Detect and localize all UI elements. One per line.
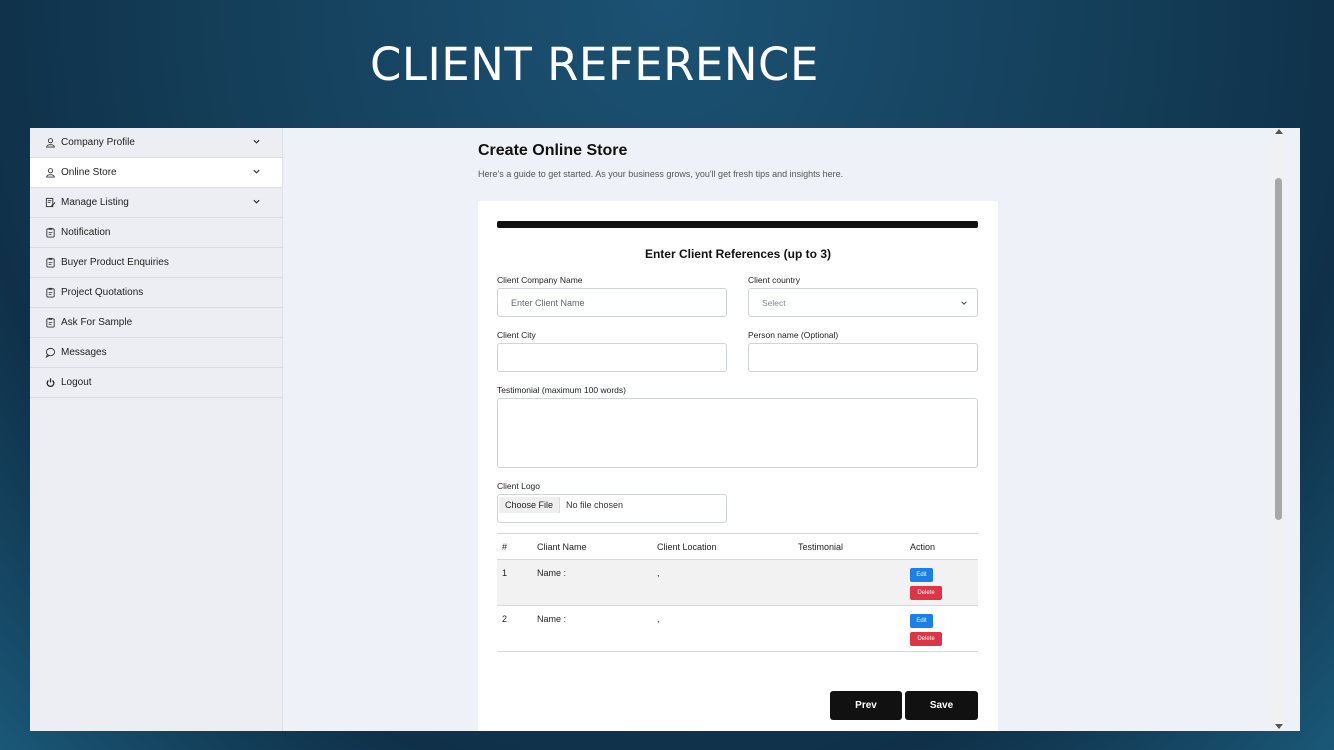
power-icon bbox=[44, 377, 56, 389]
client-references-table: # Cliant Name Client Location Testimonia… bbox=[497, 533, 978, 652]
column-header: Client Location bbox=[652, 533, 793, 560]
sidebar-item-label: Logout bbox=[61, 377, 92, 388]
vertical-scrollbar[interactable] bbox=[1272, 128, 1286, 731]
app-window: Company Profile Online Store Manage List… bbox=[30, 128, 1300, 731]
user-icon bbox=[44, 167, 56, 179]
testimonial-textarea[interactable] bbox=[497, 398, 978, 468]
edit-list-icon bbox=[44, 197, 56, 209]
delete-button[interactable]: Delete bbox=[910, 632, 942, 646]
sidebar-item-label: Buyer Product Enquiries bbox=[61, 257, 169, 268]
clipboard-icon bbox=[44, 227, 56, 239]
row-actions: Edit Delete bbox=[905, 605, 978, 652]
sidebar-item-label: Company Profile bbox=[61, 137, 135, 148]
city-input[interactable] bbox=[497, 343, 727, 372]
client-logo-file-input[interactable]: Choose File No file chosen bbox=[497, 494, 727, 523]
row-client-location: , bbox=[652, 559, 793, 606]
scroll-down-arrow-icon[interactable] bbox=[1275, 724, 1283, 729]
sidebar-item-label: Project Quotations bbox=[61, 287, 144, 298]
sidebar-item-label: Online Store bbox=[61, 167, 117, 178]
chevron-down-icon bbox=[252, 167, 262, 177]
country-label: Client country bbox=[748, 275, 800, 285]
sidebar-item-label: Messages bbox=[61, 347, 107, 358]
sidebar-item-online-store[interactable]: Online Store bbox=[30, 158, 282, 188]
main-content: Create Online Store Here's a guide to ge… bbox=[283, 128, 1286, 731]
save-button[interactable]: Save bbox=[905, 691, 978, 720]
chat-icon bbox=[44, 347, 56, 359]
row-actions: Edit Delete bbox=[905, 559, 978, 606]
sidebar-item-project-quotations[interactable]: Project Quotations bbox=[30, 278, 282, 308]
delete-button[interactable]: Delete bbox=[910, 586, 942, 600]
choose-file-button[interactable]: Choose File bbox=[499, 497, 561, 513]
sidebar-item-ask-for-sample[interactable]: Ask For Sample bbox=[30, 308, 282, 338]
company-name-input[interactable]: Enter Client Name bbox=[497, 288, 727, 317]
page-subtitle: Here's a guide to get started. As your b… bbox=[478, 169, 844, 179]
country-select-value: Select bbox=[762, 297, 786, 308]
scrollbar-thumb[interactable] bbox=[1275, 178, 1282, 520]
row-number: 2 bbox=[497, 605, 532, 652]
table-row: 1 Name : , Edit Delete bbox=[497, 559, 978, 606]
row-client-name: Name : bbox=[532, 559, 652, 606]
column-header: Cliant Name bbox=[532, 533, 652, 560]
row-number: 1 bbox=[497, 559, 532, 606]
clipboard-icon bbox=[44, 257, 56, 269]
table-header-row: # Cliant Name Client Location Testimonia… bbox=[497, 533, 978, 560]
client-logo-label: Client Logo bbox=[497, 481, 541, 491]
form-heading: Enter Client References (up to 3) bbox=[644, 247, 832, 261]
chevron-down-icon bbox=[252, 197, 262, 207]
page-title: Create Online Store bbox=[478, 142, 628, 159]
city-label: Client City bbox=[497, 330, 536, 340]
testimonial-label: Testimonial (maximum 100 words) bbox=[497, 385, 626, 395]
edit-button[interactable]: Edit bbox=[910, 568, 933, 582]
person-name-label: Person name (Optional) bbox=[748, 330, 839, 340]
sidebar-item-buyer-product-enquiries[interactable]: Buyer Product Enquiries bbox=[30, 248, 282, 278]
sidebar-item-company-profile[interactable]: Company Profile bbox=[30, 128, 282, 158]
column-header: Action bbox=[905, 533, 978, 560]
row-testimonial bbox=[793, 605, 905, 652]
chevron-down-icon bbox=[960, 299, 968, 307]
progress-bar bbox=[497, 221, 978, 228]
sidebar: Company Profile Online Store Manage List… bbox=[30, 128, 283, 731]
file-status: No file chosen bbox=[566, 500, 624, 510]
clipboard-icon bbox=[44, 287, 56, 299]
sidebar-item-label: Manage Listing bbox=[61, 197, 129, 208]
company-name-label: Client Company Name bbox=[497, 275, 583, 285]
table-row: 2 Name : , Edit Delete bbox=[497, 605, 978, 652]
prev-button[interactable]: Prev bbox=[830, 691, 902, 720]
user-icon bbox=[44, 137, 56, 149]
sidebar-item-messages[interactable]: Messages bbox=[30, 338, 282, 368]
column-header: Testimonial bbox=[793, 533, 905, 560]
sidebar-item-label: Ask For Sample bbox=[61, 317, 133, 328]
row-testimonial bbox=[793, 559, 905, 606]
row-client-location: , bbox=[652, 605, 793, 652]
edit-button[interactable]: Edit bbox=[910, 614, 933, 628]
sidebar-item-label: Notification bbox=[61, 227, 111, 238]
sidebar-item-manage-listing[interactable]: Manage Listing bbox=[30, 188, 282, 218]
clipboard-icon bbox=[44, 317, 56, 329]
sidebar-item-logout[interactable]: Logout bbox=[30, 368, 282, 398]
client-reference-form: Enter Client References (up to 3) Client… bbox=[478, 201, 998, 731]
person-name-input[interactable] bbox=[748, 343, 978, 372]
scroll-up-arrow-icon[interactable] bbox=[1275, 129, 1283, 134]
country-select[interactable]: Select bbox=[748, 288, 978, 317]
slide-title: CLIENT REFERENCE bbox=[370, 38, 819, 91]
sidebar-item-notification[interactable]: Notification bbox=[30, 218, 282, 248]
chevron-down-icon bbox=[252, 137, 262, 147]
row-client-name: Name : bbox=[532, 605, 652, 652]
column-header: # bbox=[497, 533, 532, 560]
company-name-placeholder: Enter Client Name bbox=[511, 297, 585, 308]
